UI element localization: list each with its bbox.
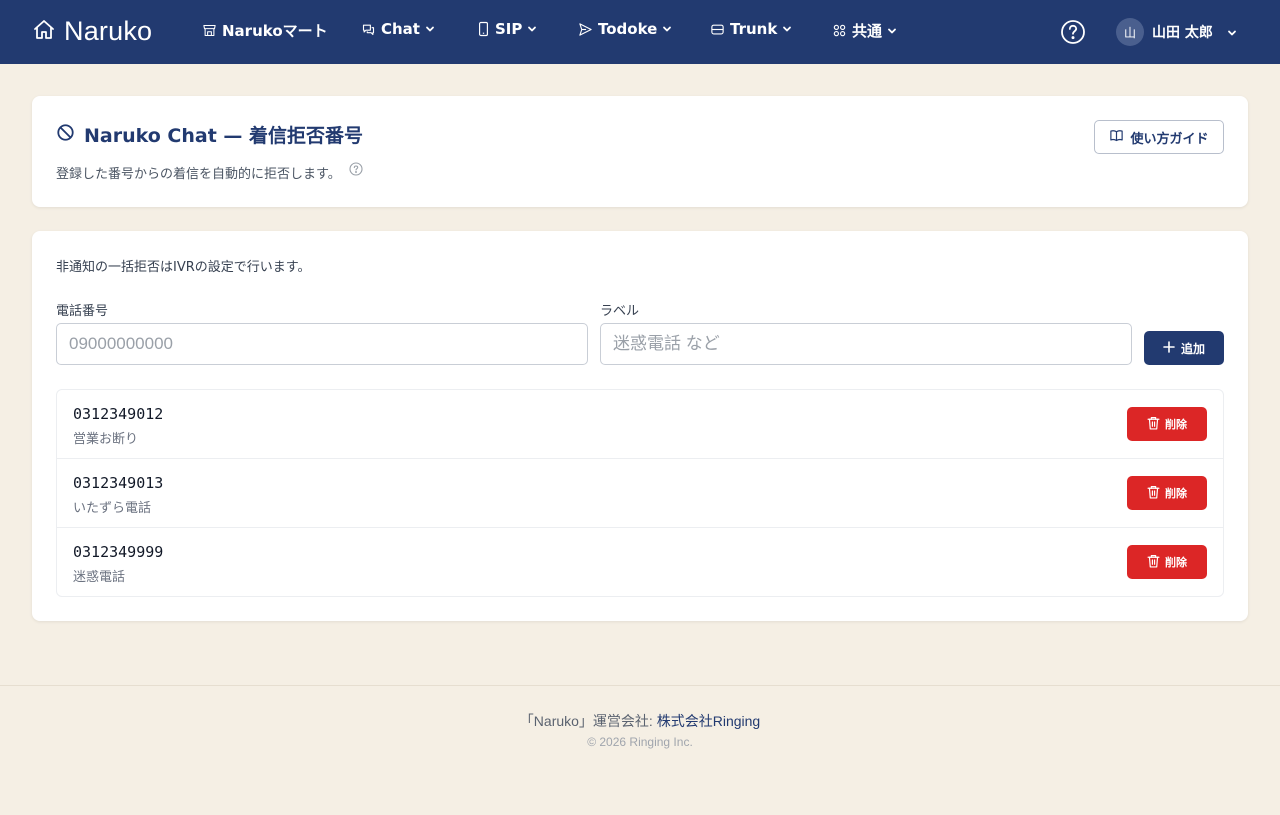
grid-icon [832,23,847,38]
nav-item-label: Chat [381,20,420,38]
blocked-number: 0312349999 [73,543,164,561]
operator-company-link[interactable]: 株式会社Ringing [657,713,760,729]
nav-item-todoke[interactable]: Todoke [578,20,672,38]
chevron-down-icon [782,24,792,34]
label-field-label: ラベル [600,304,640,319]
anonymous-call-notice: 非通知の一括拒否はIVRの設定で行います。 [56,260,311,275]
blocked-number: 0312349012 [73,405,164,423]
page-subtitle: 登録した番号からの着信を自動的に拒否します。 [56,167,341,182]
chevron-down-icon [662,24,672,34]
store-icon [202,23,217,38]
nav-item-common[interactable]: 共通 [832,20,897,41]
chevron-down-icon [425,24,435,34]
phone-number-input[interactable] [56,323,588,365]
nav-item-chat[interactable]: Chat [361,20,435,38]
user-name: 山田 太郎 [1152,25,1213,41]
nav-item-trunk[interactable]: Trunk [710,20,792,38]
blocked-number-label: 営業お断り [73,432,139,447]
trash-icon [1147,554,1160,571]
chevron-down-icon [1227,23,1237,42]
brand-home-link[interactable]: Naruko [32,16,152,47]
book-icon [1109,128,1124,146]
blocked-number-label: 迷惑電話 [73,570,126,585]
footer-operator-text: 「Naruko」運営会社: [519,713,657,729]
page-title: Naruko Chat — 着信拒否番号 [84,125,364,147]
block-icon [56,123,75,146]
delete-button[interactable]: 削除 [1127,476,1207,510]
nav-item-label: Todoke [598,20,658,38]
trash-icon [1147,416,1160,433]
delete-button-label: 削除 [1165,557,1187,569]
add-button[interactable]: 追加 [1144,331,1224,365]
delete-button-label: 削除 [1165,488,1187,500]
top-navbar: Naruko Narukoマート Chat SIP Todoke Trunk 共… [0,0,1280,64]
blocked-number: 0312349013 [73,474,164,492]
phone-number-label: 電話番号 [56,304,109,319]
nav-item-label: Trunk [730,20,778,38]
brand-name: Naruko [64,16,153,46]
page-title-row: Naruko Chat — 着信拒否番号 [56,121,363,148]
chat-icon [361,22,376,37]
blocked-numbers-list: 0312349012 営業お断り 削除 0312349013 いたずら電話 削除… [56,389,1224,597]
server-icon [710,22,725,37]
footer-copyright: © 2026 Ringing Inc. [587,735,693,749]
nav-item-sip[interactable]: SIP [477,20,537,38]
list-item: 0312349012 営業お断り 削除 [57,390,1223,459]
delete-button-label: 削除 [1165,419,1187,431]
home-icon [32,18,56,46]
guide-button-label: 使い方ガイド [1130,130,1209,146]
list-item: 0312349013 いたずら電話 削除 [57,459,1223,528]
avatar: 山 [1116,18,1144,46]
help-circle-icon [1060,20,1086,49]
footer-operator-line: 「Naruko」運営会社: 株式会社Ringing [0,711,1280,731]
plus-icon [1163,340,1175,356]
help-button[interactable] [1060,19,1086,49]
blocked-number-label: いたずら電話 [73,501,152,516]
list-item: 0312349999 迷惑電話 削除 [57,528,1223,597]
send-icon [578,22,593,37]
chevron-down-icon [527,24,537,34]
add-button-label: 追加 [1180,341,1205,356]
user-menu[interactable]: 山 山田 太郎 [1116,18,1237,46]
nav-item-label: SIP [495,20,523,38]
phone-icon [477,21,490,37]
delete-button[interactable]: 削除 [1127,407,1207,441]
page-header-card: Naruko Chat — 着信拒否番号 登録した番号からの着信を自動的に拒否し… [32,96,1248,207]
nav-item-label: Narukoマート [222,22,328,40]
question-info-icon[interactable] [349,161,363,180]
chevron-down-icon [887,26,897,36]
blocked-numbers-card: 非通知の一括拒否はIVRの設定で行います。 電話番号 ラベル 追加 031234… [32,231,1248,621]
nav-item-label: 共通 [852,22,883,40]
guide-button[interactable]: 使い方ガイド [1094,120,1224,154]
footer: 「Naruko」運営会社: 株式会社Ringing © 2026 Ringing… [0,685,1280,815]
label-input[interactable] [600,323,1132,365]
delete-button[interactable]: 削除 [1127,545,1207,579]
nav-item-naruko-mart[interactable]: Narukoマート [202,20,328,41]
trash-icon [1147,485,1160,502]
page-subtitle-row: 登録した番号からの着信を自動的に拒否します。 [56,161,363,182]
